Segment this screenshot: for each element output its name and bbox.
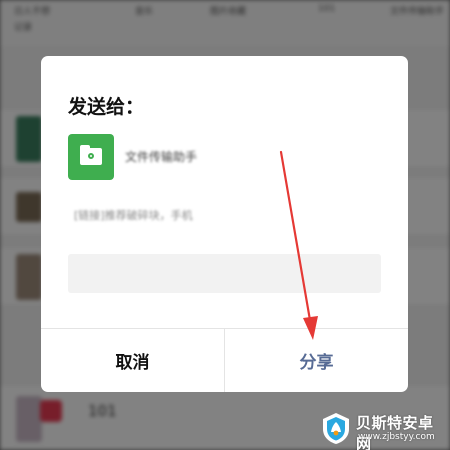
watermark: 贝斯特安卓网 www.zjbstyy.com (318, 410, 448, 450)
folder-icon-detail (88, 153, 94, 159)
recipient: 文件传输助手 (68, 134, 368, 180)
watermark-url: www.zjbstyy.com (358, 432, 435, 442)
message-input[interactable] (68, 254, 381, 293)
watermark-title: 贝斯特安卓网 (356, 414, 434, 450)
cancel-button[interactable]: 取消 (41, 329, 224, 392)
share-button[interactable]: 分享 (225, 329, 408, 392)
watermark-logo-icon (323, 413, 349, 444)
message-preview: [链接]推荐破碎块，手机 (74, 209, 193, 222)
recipient-name: 文件传输助手 (125, 150, 198, 164)
share-dialog: 发送给： 文件传输助手 [链接]推荐破碎块，手机 取消 分享 (41, 56, 408, 392)
recipient-avatar (68, 134, 114, 180)
dialog-title: 发送给： (68, 96, 145, 118)
